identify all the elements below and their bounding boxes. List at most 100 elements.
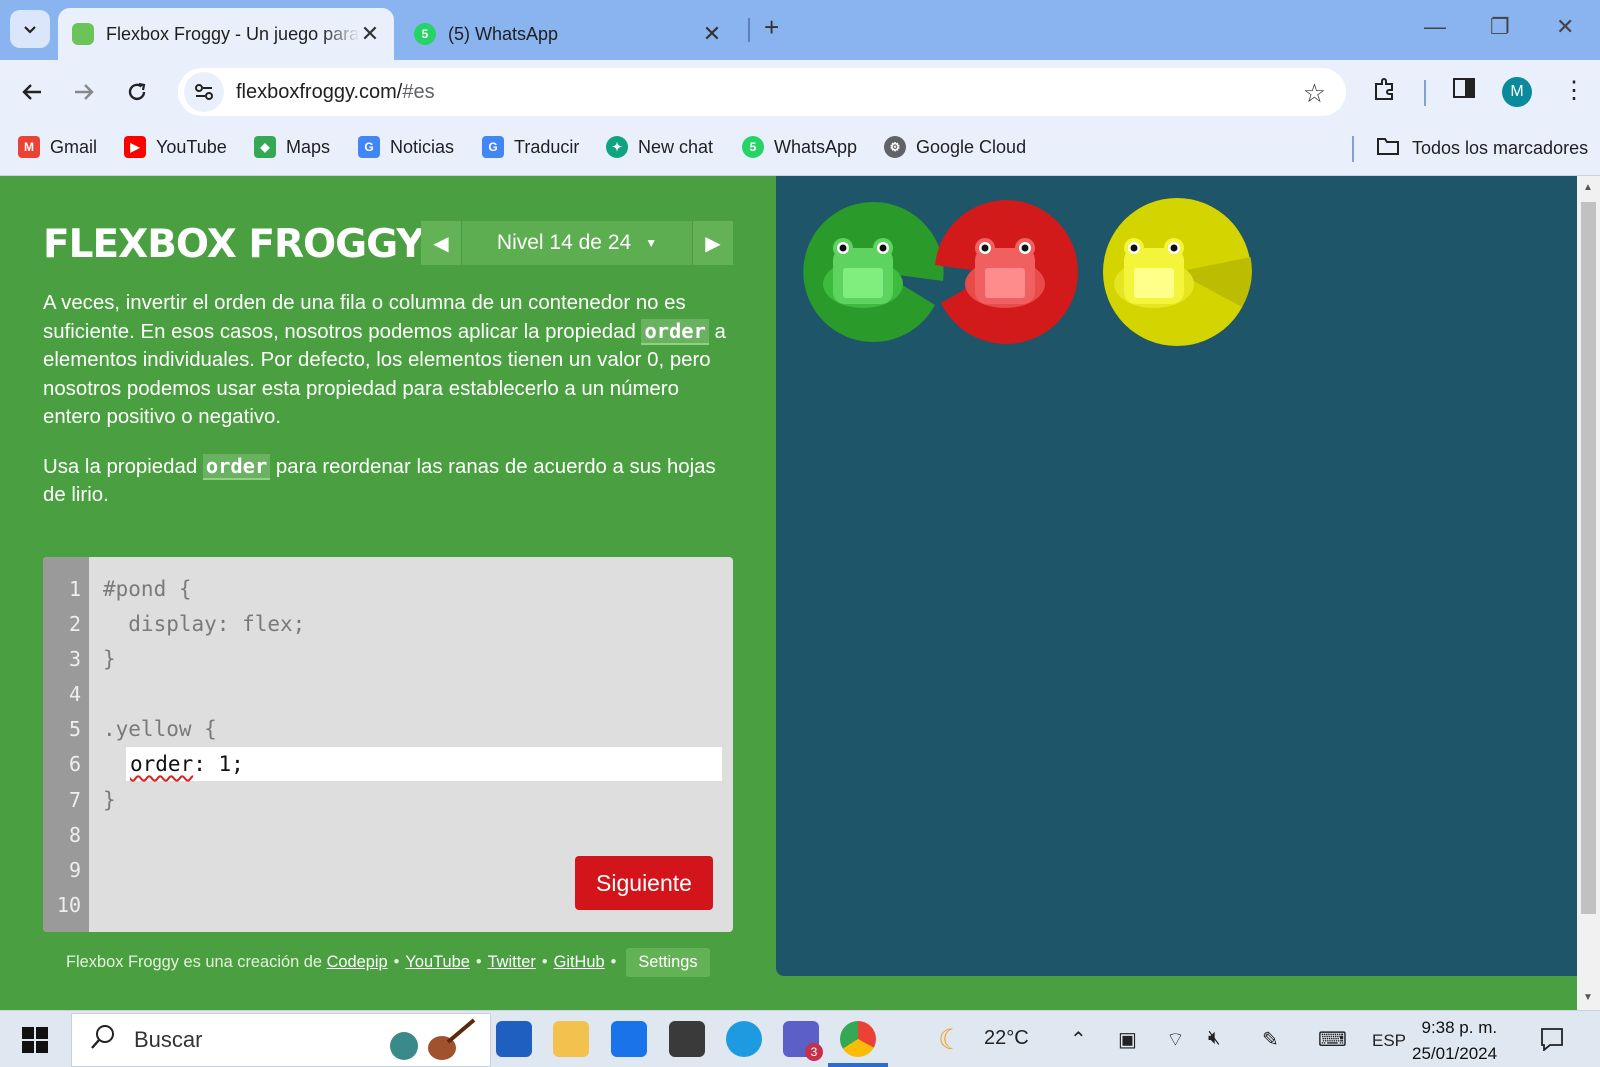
green-frog [823, 238, 903, 308]
address-bar[interactable]: flexboxfroggy.com/#es ☆ [178, 68, 1346, 116]
search-placeholder: Buscar [134, 1027, 203, 1052]
minimize-icon[interactable]: — [1424, 14, 1446, 40]
new-tab-button[interactable]: + [764, 12, 779, 43]
edge-icon[interactable] [726, 1021, 762, 1057]
extensions-icon[interactable] [1372, 76, 1398, 109]
separator-dot: • [541, 953, 548, 971]
sublime-text-icon[interactable] [669, 1021, 705, 1057]
tab-flexbox-froggy[interactable]: Flexbox Froggy - Un juego para ✕ [58, 8, 394, 60]
wifi-icon[interactable]: ⌔ [1166, 1027, 1185, 1052]
reload-button[interactable] [121, 76, 153, 108]
teams-icon[interactable]: 3 [783, 1021, 823, 1061]
chrome-icon[interactable] [840, 1021, 876, 1057]
file-explorer-icon[interactable] [553, 1021, 589, 1057]
bookmark-new-chat[interactable]: ✦ New chat [606, 136, 713, 158]
bookmark-gmail[interactable]: M Gmail [18, 136, 97, 158]
code-line: display: flex; [103, 612, 306, 637]
touch-keyboard-icon[interactable]: ⌨ [1318, 1027, 1347, 1052]
back-button[interactable] [16, 76, 48, 108]
bookmark-google-cloud[interactable]: ⚙ Google Cloud [884, 136, 1026, 158]
url-text: flexboxfroggy.com/#es [236, 81, 435, 104]
maps-icon: ◆ [254, 136, 276, 158]
url-hash: #es [402, 80, 435, 103]
clock-time: 9:38 p. m. [1421, 1018, 1498, 1037]
youtube-link[interactable]: YouTube [405, 953, 469, 972]
weather-moon-icon[interactable]: ☾ [938, 1023, 963, 1056]
news-icon: G [358, 136, 380, 158]
bookmark-label: WhatsApp [774, 136, 858, 157]
input-word: order [130, 752, 194, 776]
game-panel: FLEXBOX FROGGY ◀ Nivel 14 de 24 ▼ ▶ A ve… [0, 176, 776, 1010]
youtube-icon: ▶ [124, 136, 146, 158]
bookmarks-divider [1352, 136, 1354, 162]
footer: Flexbox Froggy es una creación de Codepi… [66, 948, 710, 977]
tab-title: (5) WhatsApp [448, 23, 559, 44]
clock[interactable]: 9:38 p. m. 25/01/2024 [1412, 1015, 1497, 1067]
page-scrollbar[interactable]: ▲ ▼ [1577, 176, 1600, 1010]
scroll-up-icon[interactable]: ▲ [1583, 182, 1593, 193]
tab-search-button[interactable] [10, 10, 50, 48]
instructions-paragraph-1: A veces, invertir el orden de una fila o… [43, 289, 739, 431]
bookmark-traducir[interactable]: G Traducir [482, 136, 579, 158]
css-answer-input[interactable]: order: 1; [126, 747, 722, 781]
mail-icon[interactable] [611, 1021, 647, 1057]
codepip-link[interactable]: Codepip [327, 953, 388, 972]
clock-date: 25/01/2024 [1412, 1044, 1498, 1063]
github-link[interactable]: GitHub [554, 953, 605, 972]
bookmark-label: Maps [286, 136, 331, 157]
search-highlight-image [384, 1018, 480, 1064]
side-panel-icon[interactable] [1452, 76, 1476, 107]
instructions: A veces, invertir el orden de una fila o… [43, 289, 739, 530]
meet-now-icon[interactable]: ▣ [1118, 1027, 1137, 1052]
menu-kebab-icon[interactable]: ⋮ [1562, 76, 1586, 105]
line-number: 4 [68, 682, 81, 707]
tab-whatsapp[interactable]: 5 (5) WhatsApp ✕ [400, 8, 736, 60]
line-number: 2 [68, 612, 81, 637]
text: A veces, invertir el orden de una fila o… [43, 292, 686, 344]
whatsapp-favicon-icon: 5 [414, 23, 436, 45]
close-tab-icon[interactable]: ✕ [702, 21, 722, 47]
yellow-frog [1114, 238, 1194, 308]
notifications-icon[interactable] [1540, 1027, 1564, 1057]
tab-title: Flexbox Froggy - Un juego para [106, 23, 360, 44]
code-line: } [103, 647, 116, 672]
forward-button[interactable] [68, 76, 100, 108]
close-tab-icon[interactable]: ✕ [360, 21, 380, 47]
bookmark-label: Noticias [390, 136, 455, 157]
volume-muted-icon[interactable]: 🔇︎ [1208, 1027, 1221, 1050]
close-window-icon[interactable]: ✕ [1556, 14, 1574, 40]
all-bookmarks-button[interactable]: Todos los marcadores [1376, 136, 1588, 161]
bookmark-label: New chat [638, 136, 714, 157]
bookmark-youtube[interactable]: ▶ YouTube [124, 136, 227, 158]
scroll-down-icon[interactable]: ▼ [1583, 992, 1593, 1003]
twitter-link[interactable]: Twitter [488, 953, 536, 972]
restore-icon[interactable]: ❐ [1490, 14, 1510, 40]
cloud-icon: ⚙ [884, 136, 906, 158]
chevron-up-icon[interactable]: ⌃ [1070, 1027, 1087, 1052]
bookmark-label: YouTube [156, 136, 227, 157]
next-level-button[interactable]: ▶ [693, 221, 733, 265]
previous-level-button[interactable]: ◀ [421, 221, 461, 265]
next-button[interactable]: Siguiente [575, 856, 713, 910]
language-indicator[interactable]: ESP [1372, 1031, 1406, 1051]
level-selector: ◀ Nivel 14 de 24 ▼ ▶ [421, 221, 733, 265]
taskbar-search[interactable]: Buscar [71, 1013, 491, 1067]
tab-strip: Flexbox Froggy - Un juego para ✕ 5 (5) W… [0, 0, 1600, 60]
level-dropdown[interactable]: Nivel 14 de 24 ▼ [461, 221, 693, 265]
bookmark-maps[interactable]: ◆ Maps [254, 136, 330, 158]
code-line: } [103, 787, 116, 812]
pen-icon[interactable]: ✎ [1262, 1027, 1279, 1052]
bookmark-star-icon[interactable]: ☆ [1303, 78, 1326, 109]
code-line: .yellow { [103, 717, 217, 742]
weather-temperature[interactable]: 22°C [984, 1027, 1029, 1050]
settings-button[interactable]: Settings [626, 948, 710, 977]
profile-avatar[interactable]: M [1502, 77, 1532, 107]
line-number: 9 [68, 857, 81, 882]
all-bookmarks-label: Todos los marcadores [1412, 138, 1589, 158]
windows-start-icon[interactable] [22, 1027, 48, 1058]
microsoft-store-icon[interactable] [496, 1021, 532, 1057]
scrollbar-thumb[interactable] [1581, 202, 1596, 914]
bookmark-noticias[interactable]: G Noticias [358, 136, 454, 158]
bookmark-whatsapp[interactable]: 5 WhatsApp [742, 136, 857, 158]
site-info-icon[interactable] [184, 72, 224, 112]
